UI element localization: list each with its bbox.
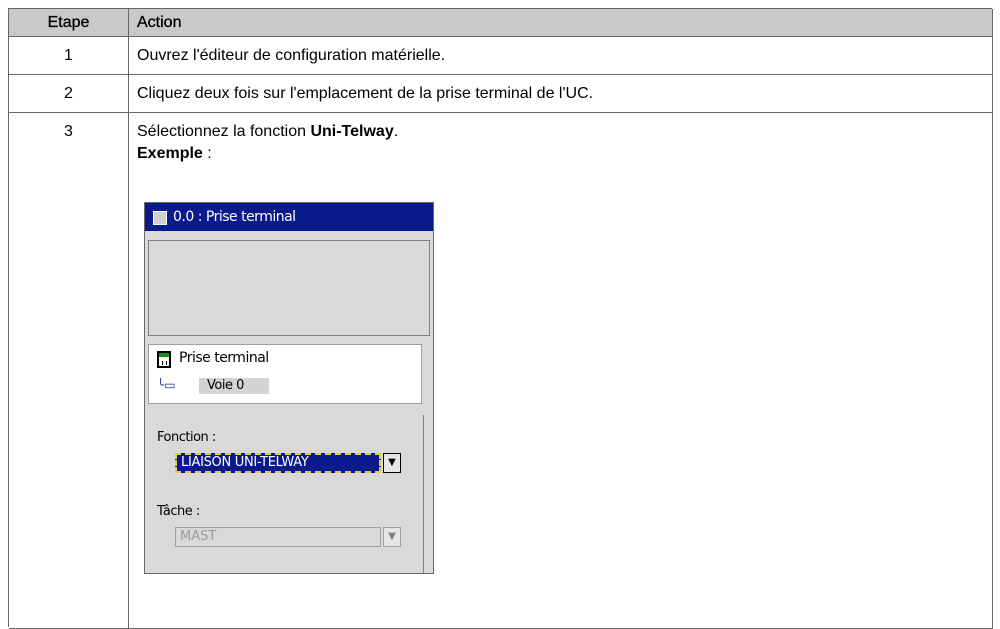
dialog-top-panel <box>148 240 430 336</box>
dialog-title: 0.0 : Prise terminal <box>173 209 296 225</box>
example-label: Exemple : <box>137 145 212 162</box>
task-label: Tâche : <box>157 504 200 519</box>
step-2: 2 <box>9 75 129 113</box>
dialog-title-bar[interactable]: 0.0 : Prise terminal <box>145 203 433 231</box>
dropdown-arrow-icon[interactable]: ▼ <box>383 453 401 473</box>
task-select[interactable]: MAST <box>175 527 381 547</box>
task-dropdown-arrow-icon[interactable]: ▼ <box>383 527 401 547</box>
config-dialog: 0.0 : Prise terminal Prise terminal ╰▭ V… <box>144 202 434 574</box>
channel-icon: ╰▭ <box>157 378 176 392</box>
header-action: Action <box>129 9 993 37</box>
step-1: 1 <box>9 37 129 75</box>
action-2: Cliquez deux fois sur l'emplacement de l… <box>129 75 993 113</box>
module-icon <box>157 351 171 368</box>
header-step: Etape <box>9 9 129 37</box>
step-3: 3 <box>9 113 129 629</box>
module-label: Prise terminal <box>179 350 269 366</box>
channel-selector[interactable]: Voie 0 <box>199 378 269 394</box>
function-label: Fonction : <box>157 430 216 445</box>
action-1: Ouvrez l'éditeur de configuration matéri… <box>129 37 993 75</box>
panel-divider <box>423 415 424 573</box>
function-select[interactable]: LIAISON UNI-TELWAY <box>175 453 381 473</box>
module-panel: Prise terminal ╰▭ Voie 0 <box>148 344 422 404</box>
window-icon <box>153 211 167 225</box>
action-3-text: Sélectionnez la fonction Uni-Telway. <box>137 123 399 140</box>
